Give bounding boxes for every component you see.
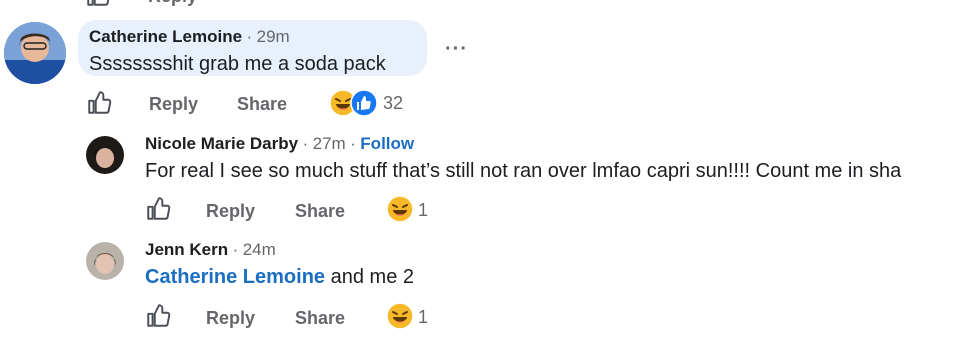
comment-time[interactable]: 29m <box>257 27 290 46</box>
comment-time[interactable]: 24m <box>243 240 276 259</box>
comment-header-2: Nicole Marie Darby · 27m · Follow <box>145 134 414 154</box>
thumbs-up-icon <box>88 91 112 114</box>
separator-dot: · <box>302 134 309 153</box>
comment-author[interactable]: Nicole Marie Darby <box>145 134 298 153</box>
avatar-catherine-lemoine[interactable] <box>4 22 66 84</box>
reply-button[interactable]: Reply <box>206 201 255 222</box>
separator-dot: · <box>232 240 239 259</box>
separator-dot: · <box>246 27 253 46</box>
share-button[interactable]: Share <box>295 308 345 329</box>
thumbs-up-icon <box>147 304 171 327</box>
top-like-icon-partial[interactable] <box>85 0 111 8</box>
reaction-count[interactable]: 1 <box>418 307 428 328</box>
like-button-2[interactable] <box>145 196 171 227</box>
comment-header-1: Catherine Lemoine · 29m <box>89 27 290 47</box>
comment-author[interactable]: Jenn Kern <box>145 240 228 259</box>
comment-text-body: and me 2 <box>325 266 414 288</box>
comment-time[interactable]: 27m <box>313 134 346 153</box>
comment-author[interactable]: Catherine Lemoine <box>89 27 242 46</box>
thumbs-up-icon <box>147 197 171 220</box>
haha-icon <box>386 302 414 335</box>
mention-link[interactable]: Catherine Lemoine <box>145 266 325 288</box>
more-options-button[interactable]: ··· <box>445 38 468 61</box>
comment-text: For real I see so much stuff that’s stil… <box>145 160 902 182</box>
share-button[interactable]: Share <box>295 201 345 222</box>
like-button-1[interactable] <box>86 90 112 121</box>
comment-text: Catherine Lemoine and me 2 <box>145 266 414 289</box>
follow-button[interactable]: Follow <box>360 134 414 153</box>
share-button[interactable]: Share <box>237 94 287 115</box>
reply-button[interactable]: Reply <box>206 308 255 329</box>
reaction-count[interactable]: 32 <box>383 93 403 114</box>
avatar-nicole-marie-darby[interactable] <box>86 136 124 174</box>
separator-dot: · <box>350 134 356 153</box>
top-reply-partial[interactable]: Reply <box>148 0 197 8</box>
like-button-3[interactable] <box>145 303 171 334</box>
comment-header-3: Jenn Kern · 24m <box>145 240 276 260</box>
haha-icon <box>386 195 414 228</box>
reaction-count[interactable]: 1 <box>418 200 428 221</box>
reply-button[interactable]: Reply <box>149 94 198 115</box>
avatar-jenn-kern[interactable] <box>86 242 124 280</box>
comment-text: Sssssssshit grab me a soda pack <box>89 53 386 75</box>
like-icon <box>350 89 378 122</box>
